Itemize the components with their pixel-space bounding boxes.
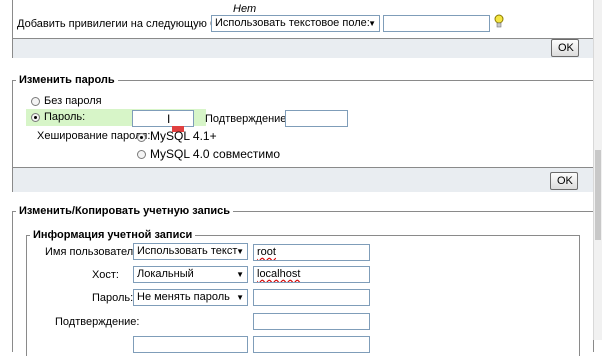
change-password-footer xyxy=(13,167,593,192)
password-confirm-input[interactable] xyxy=(285,110,348,127)
username-mode-select[interactable]: Использовать текст ▼ xyxy=(133,243,248,260)
password-input[interactable] xyxy=(132,110,194,127)
privileges-footer xyxy=(13,38,593,58)
lightbulb-icon[interactable] xyxy=(494,14,504,30)
no-password-label: Без пароля xyxy=(44,95,102,107)
host-input[interactable]: localhost xyxy=(253,266,370,283)
host-select-value: Локальный xyxy=(137,268,194,280)
scrollbar-thumb[interactable] xyxy=(595,150,601,240)
hash-mysql41-label: MySQL 4.1+ xyxy=(150,129,217,143)
password-hashing-label: Хеширование пароля: xyxy=(37,130,151,142)
account-confirm-input[interactable] xyxy=(253,313,370,330)
host-value: localhost xyxy=(257,268,301,280)
next-row-input[interactable] xyxy=(253,336,370,353)
dropdown-arrow-icon: ▼ xyxy=(236,270,244,279)
phpmyadmin-user-edit-page: Нет Добавить привилегии на следующую баз… xyxy=(0,0,602,356)
privileges-panel: Нет Добавить привилегии на следующую баз… xyxy=(12,0,594,58)
dropdown-arrow-icon: ▼ xyxy=(236,247,244,256)
hash-mysql40-radio[interactable] xyxy=(137,150,146,159)
copy-account-legend: Изменить/Копировать учетную запись xyxy=(16,205,233,218)
password-confirm-label: Подтверждение: xyxy=(205,113,290,125)
privileges-ok-button[interactable]: OK xyxy=(551,39,579,57)
dropdown-arrow-icon: ▼ xyxy=(368,19,376,28)
password-radio[interactable] xyxy=(31,113,40,122)
host-label: Хост: xyxy=(92,269,119,281)
dropdown-arrow-icon: ▼ xyxy=(236,293,244,302)
hash-mysql41-radio[interactable] xyxy=(137,133,146,142)
username-input[interactable]: root xyxy=(253,244,370,261)
change-password-ok-button[interactable]: OK xyxy=(550,172,578,190)
add-privileges-label: Добавить привилегии на следующую базу: xyxy=(17,18,236,30)
account-password-select[interactable]: Не менять пароль ▼ xyxy=(133,289,248,306)
account-password-select-value: Не менять пароль xyxy=(137,291,230,303)
database-select[interactable]: Использовать текстовое поле: ▼ xyxy=(211,15,380,32)
database-select-value: Использовать текстовое поле: xyxy=(215,17,370,29)
text-cursor-icon: I xyxy=(167,112,171,126)
password-label: Пароль: xyxy=(44,111,86,123)
username-mode-value: Использовать текст xyxy=(137,245,238,257)
username-label: Имя пользователя: xyxy=(45,246,143,258)
account-password-label: Пароль: xyxy=(92,292,134,304)
no-password-radio[interactable] xyxy=(31,97,40,106)
username-value: root xyxy=(257,246,276,258)
account-confirm-label: Подтверждение: xyxy=(55,316,140,328)
hash-mysql40-label: MySQL 4.0 совместимо xyxy=(150,147,281,161)
change-password-legend: Изменить пароль xyxy=(16,74,118,87)
page-scrollbar[interactable] xyxy=(593,0,602,340)
host-select[interactable]: Локальный ▼ xyxy=(133,266,248,283)
account-password-input[interactable] xyxy=(253,289,370,306)
next-row-select[interactable] xyxy=(133,336,248,353)
account-info-legend: Информация учетной записи xyxy=(30,229,196,242)
database-name-input[interactable] xyxy=(383,15,490,32)
